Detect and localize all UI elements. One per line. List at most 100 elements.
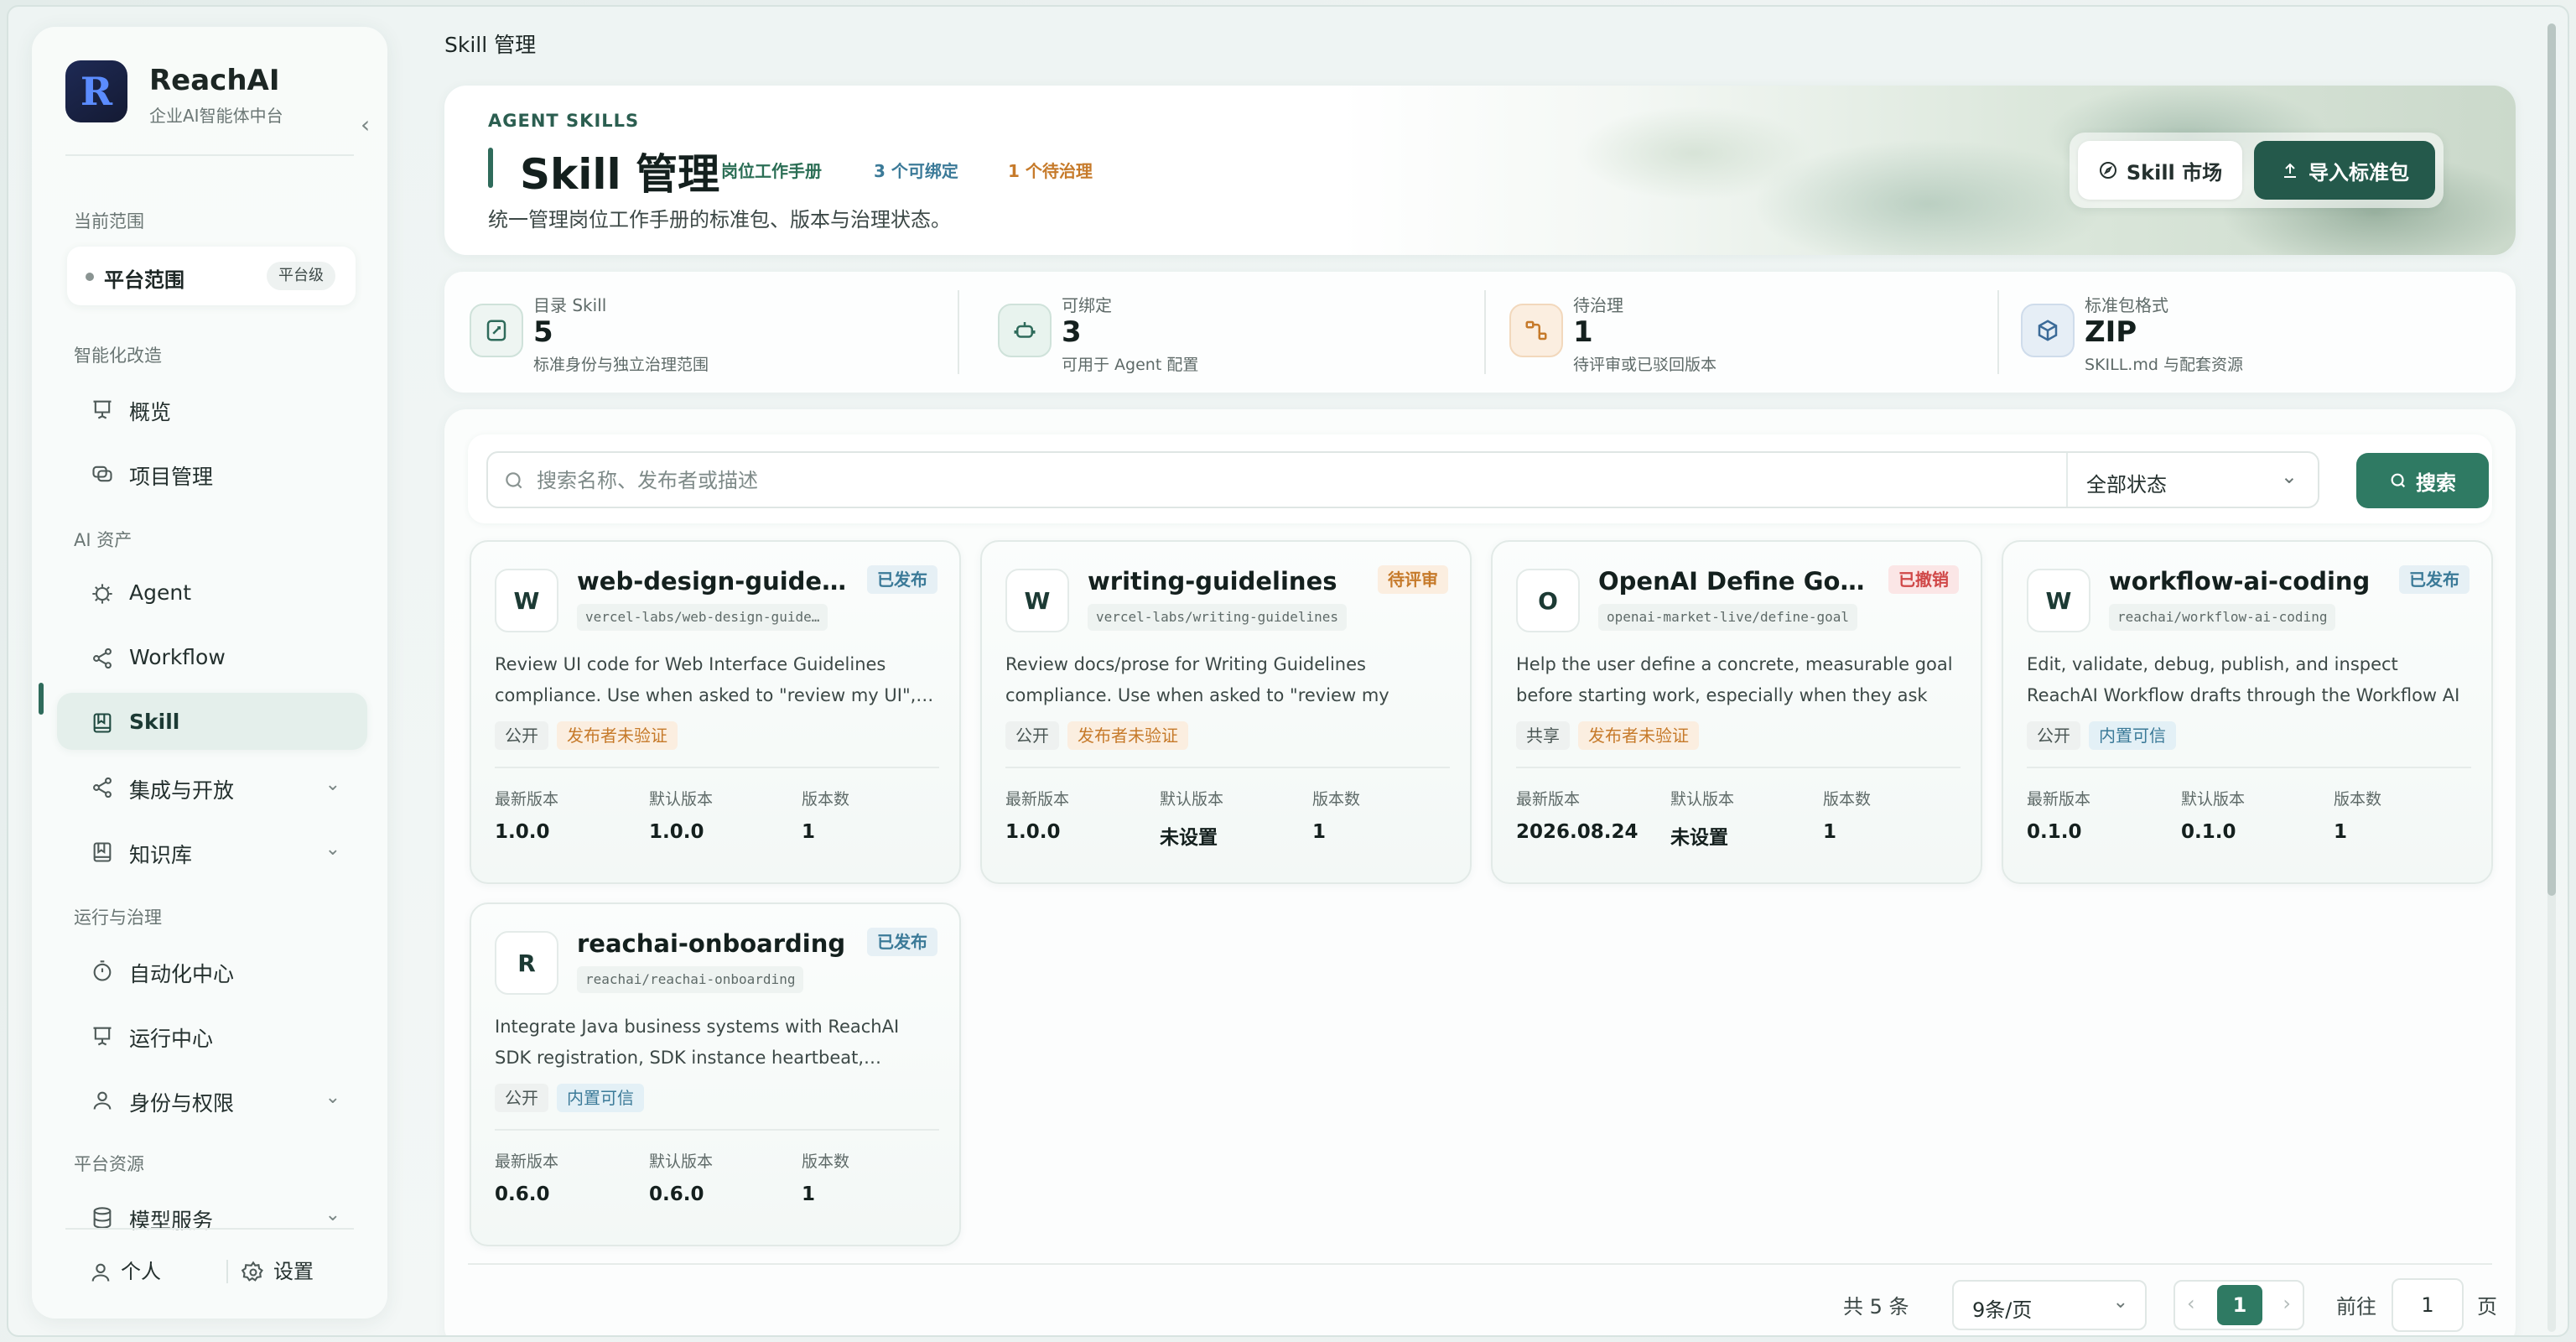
divider <box>65 154 354 156</box>
meta-value: 1 <box>802 821 816 843</box>
meta-value: 0.1.0 <box>2181 821 2236 843</box>
share-icon <box>93 777 112 798</box>
search-box: 全部状态 ⌄ <box>486 451 2319 508</box>
upload-icon <box>2284 163 2296 178</box>
scrollbar-thumb[interactable] <box>2547 23 2556 896</box>
skill-name[interactable]: OpenAI Define Goal L… <box>1598 567 1875 596</box>
chevron-down-icon: ⌄ <box>325 1087 340 1108</box>
skill-name[interactable]: writing-guidelines <box>1088 567 1364 596</box>
meta-label: 版本数 <box>802 1152 850 1171</box>
skill-market-label: Skill 市场 <box>2126 160 2223 185</box>
scope-selector[interactable]: 平台范围 平台级 <box>67 247 356 305</box>
page-description: 统一管理岗位工作手册的标准包、版本与治理状态。 <box>488 208 951 231</box>
stat-value: 3 <box>1062 315 1082 349</box>
meta-latest: 最新版本 2026.08.24 <box>1516 787 1639 843</box>
sidebar-item-identity[interactable]: 身份与权限 ⌄ <box>57 1070 367 1127</box>
sidebar-item-knowledge[interactable]: 知识库 ⌄ <box>57 822 367 879</box>
sidebar-item-skill[interactable]: Skill <box>57 693 367 750</box>
trust-tag: 内置可信 <box>2089 721 2176 750</box>
meta-count: 版本数 1 <box>802 1149 849 1205</box>
meta-default: 默认版本 0.1.0 <box>2181 787 2245 843</box>
meta-latest: 最新版本 1.0.0 <box>1005 787 1069 843</box>
meta-latest: 最新版本 0.6.0 <box>495 1149 558 1205</box>
skill-card[interactable]: W web-design-guidelines vercel-labs/web-… <box>470 540 961 884</box>
database-icon <box>93 1207 112 1229</box>
meta-value: 0.1.0 <box>2027 821 2082 843</box>
search-input[interactable] <box>537 463 2046 498</box>
sidebar-item-projects[interactable]: 项目管理 <box>57 444 367 501</box>
sidebar-item-automation[interactable]: 自动化中心 <box>57 941 367 998</box>
visibility-tag: 公开 <box>1005 721 1059 750</box>
sidebar-item-label: 知识库 <box>129 843 193 867</box>
personal-button[interactable]: 个人 <box>89 1255 161 1284</box>
meta-count: 版本数 1 <box>802 787 849 843</box>
chip-pending: 1 个待治理 <box>1008 161 1093 181</box>
chevron-down-icon: ⌄ <box>2112 1292 2128 1313</box>
sidebar-item-label: 项目管理 <box>129 465 214 489</box>
status-badge: 已发布 <box>2399 565 2470 594</box>
search-button[interactable]: 搜索 <box>2356 453 2489 508</box>
sidebar-item-label: Workflow <box>129 645 226 669</box>
compass-icon <box>2099 162 2116 179</box>
settings-button[interactable]: 设置 <box>242 1255 314 1284</box>
user-icon <box>91 1263 110 1282</box>
trust-tag: 发布者未验证 <box>557 721 678 750</box>
skill-market-button[interactable]: Skill 市场 <box>2078 141 2242 200</box>
meta-count: 版本数 1 <box>2334 787 2381 843</box>
skill-card[interactable]: W writing-guidelines vercel-labs/writing… <box>980 540 1472 884</box>
sidebar-item-overview[interactable]: 概览 <box>57 379 367 436</box>
skill-avatar: W <box>1005 569 1069 632</box>
visibility-tag: 公开 <box>495 721 548 750</box>
sidebar-item-workflow[interactable]: Workflow <box>57 628 367 685</box>
page-size-select[interactable]: 9条/页 ⌄ <box>1952 1280 2147 1330</box>
chevron-left-icon[interactable]: ‹ <box>2187 1292 2195 1315</box>
goto-page-input[interactable] <box>2392 1278 2464 1332</box>
settings-label: 设置 <box>273 1260 314 1283</box>
status-filter-select[interactable]: 全部状态 ⌄ <box>2066 453 2318 507</box>
meta-latest: 最新版本 0.1.0 <box>2027 787 2090 843</box>
section-label-intelligent: 智能化改造 <box>74 346 162 366</box>
sidebar-item-integration[interactable]: 集成与开放 ⌄ <box>57 757 367 814</box>
meta-label: 默认版本 <box>649 1152 714 1171</box>
breadcrumb: Skill 管理 <box>444 33 537 57</box>
skill-tags: 共享 发布者未验证 <box>1516 721 1699 750</box>
meta-label: 最新版本 <box>1005 790 1070 809</box>
gear-icon <box>242 1261 263 1282</box>
chevron-down-icon: ⌄ <box>2280 465 2298 488</box>
sidebar-item-label: Agent <box>129 580 191 605</box>
visibility-tag: 共享 <box>1516 721 1570 750</box>
skill-name[interactable]: workflow-ai-coding <box>2109 567 2386 596</box>
current-page[interactable]: 1 <box>2217 1285 2262 1325</box>
sidebar-item-agent[interactable]: Agent <box>57 564 367 621</box>
status-filter-value: 全部状态 <box>2086 473 2167 497</box>
skill-list-panel: 全部状态 ⌄ 搜索 W web-design-guidelines vercel… <box>444 409 2516 1335</box>
sidebar-item-runtime[interactable]: 运行中心 <box>57 1006 367 1063</box>
logo: R <box>65 60 127 122</box>
meta-label: 默认版本 <box>1670 790 1735 809</box>
skill-avatar: W <box>2027 569 2090 632</box>
agent-icon <box>92 584 112 604</box>
skill-name[interactable]: reachai-onboarding <box>577 929 854 958</box>
divider <box>1005 767 1450 768</box>
import-package-button[interactable]: 导入标准包 <box>2254 141 2435 200</box>
collapse-sidebar-icon[interactable]: ‹ <box>361 111 370 138</box>
skill-card[interactable]: O OpenAI Define Goal L… openai-market-li… <box>1491 540 1982 884</box>
stat-value: 1 <box>1573 315 1593 349</box>
divider <box>226 1260 228 1283</box>
brand-subtitle: 企业AI智能体中台 <box>149 106 283 126</box>
visibility-tag: 公开 <box>495 1084 548 1112</box>
chevron-right-icon[interactable]: › <box>2283 1292 2291 1315</box>
skill-name[interactable]: web-design-guidelines <box>577 567 854 596</box>
sidebar-item-label: 运行中心 <box>129 1027 214 1051</box>
skill-slug: vercel-labs/writing-guidelines <box>1088 604 1347 631</box>
skill-card[interactable]: R reachai-onboarding reachai/reachai-onb… <box>470 902 961 1246</box>
sidebar-item-label: 概览 <box>129 400 172 424</box>
app-window: R ReachAI 企业AI智能体中台 ‹ 当前范围 平台范围 平台级 智能化改… <box>7 5 2569 1337</box>
search-icon <box>2391 473 2406 488</box>
meta-default: 默认版本 未设置 <box>1160 787 1223 850</box>
status-badge: 已撤销 <box>1888 565 1959 594</box>
meta-label: 版本数 <box>1823 790 1872 809</box>
skill-avatar: R <box>495 931 558 995</box>
active-indicator <box>39 683 44 715</box>
skill-card[interactable]: W workflow-ai-coding reachai/workflow-ai… <box>2002 540 2493 884</box>
